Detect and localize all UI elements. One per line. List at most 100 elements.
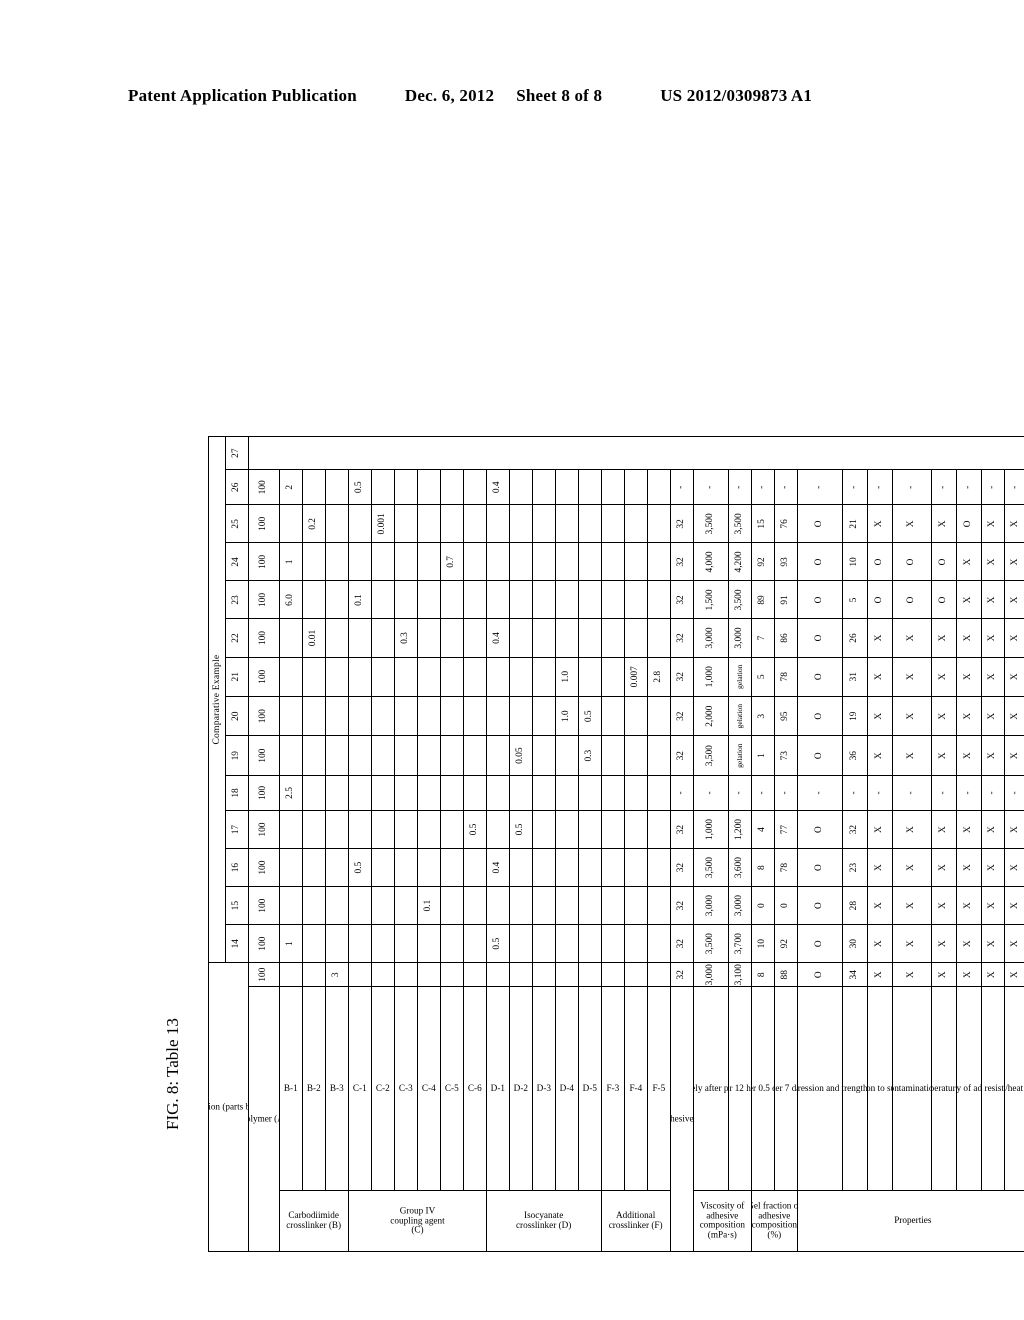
stub-sub-label: C-5 (440, 986, 464, 1191)
data-cell: 3,700 (728, 924, 752, 963)
stub-sub-label: After 7 days (774, 986, 798, 1191)
stub-sub-label-text: Heat resistance (982, 1082, 1005, 1093)
data-cell (325, 469, 349, 505)
table-row: B-2 0.01 0.2 (302, 437, 326, 1252)
stub-sub-label: D-3 (532, 986, 556, 1191)
stub-sub-label-text: D-5 (582, 1082, 598, 1093)
data-cell: 3,500 (728, 580, 752, 619)
stub-sub-label-text: Low-temperature stability (932, 1082, 957, 1093)
stub-group-label-text: Additional crosslinker (F) (609, 1210, 663, 1230)
data-cell (394, 924, 418, 963)
data-cell: X (1004, 810, 1024, 849)
data-cell (578, 848, 602, 887)
data-cell: - (867, 775, 893, 811)
data-cell (647, 810, 671, 849)
data-cell: 8 (751, 962, 775, 987)
data-cell: 78 (774, 657, 798, 697)
data-cell: 1,000 (693, 657, 729, 697)
data-cell (463, 775, 487, 811)
data-cell (647, 775, 671, 811)
data-cell (279, 810, 303, 849)
data-cell: O (867, 542, 893, 581)
table-row: After 12 hours3,1003,7003,0003,6001,200-… (728, 437, 752, 1252)
stub-sub-label-text: After 7 days (775, 1082, 798, 1093)
data-cell: 1,500 (693, 580, 729, 619)
data-cell: - (728, 469, 752, 505)
stub-sub-label-text: C-5 (445, 1082, 459, 1093)
stub-sub-label-text: F-4 (629, 1082, 643, 1093)
data-cell: 0 (751, 886, 775, 925)
stub-sub-label-text: C-6 (468, 1082, 482, 1093)
data-cell (486, 735, 510, 776)
data-cell: X (931, 962, 957, 987)
data-cell: O (797, 848, 843, 887)
data-cell: 4,200 (728, 542, 752, 581)
data-cell: X (956, 962, 982, 987)
publication-header: Patent Application Publication Dec. 6, 2… (128, 86, 896, 106)
data-cell (463, 469, 487, 505)
table-row: C-2 0.001 (371, 437, 395, 1252)
example-number-cell: 17 (225, 810, 249, 849)
data-cell (647, 886, 671, 925)
stub-sub-label-text: B-1 (284, 1082, 298, 1093)
data-cell: X (931, 696, 957, 736)
data-cell (325, 735, 349, 776)
data-cell: 3 (325, 962, 349, 987)
table-row: D-5 0.3 0.5 (578, 437, 602, 1252)
data-cell (624, 619, 648, 658)
table-row: Adherend contamination resistanceXXXXX-X… (892, 437, 932, 1252)
data-cell: 0.5 (348, 848, 372, 887)
data-cell (647, 924, 671, 963)
data-cell (486, 775, 510, 811)
data-cell: 15 (751, 504, 775, 543)
data-cell (555, 619, 579, 658)
data-cell (555, 848, 579, 887)
data-cell: O (797, 924, 843, 963)
data-cell: - (797, 775, 843, 811)
data-cell (509, 848, 533, 887)
data-cell (647, 696, 671, 736)
data-cell: 0.2 (302, 504, 326, 543)
stub-group-label-text: Isocyanate crosslinker (D) (516, 1210, 572, 1230)
data-cell: - (931, 775, 957, 811)
data-cell (555, 735, 579, 776)
data-cell: 1,200 (728, 810, 752, 849)
data-cell (532, 886, 556, 925)
data-cell: - (797, 469, 843, 505)
data-cell: X (956, 580, 982, 619)
data-cell: 3 (751, 696, 775, 736)
table-row: Gel fraction of adhesive composition (%)… (751, 437, 798, 1252)
data-cell (325, 696, 349, 736)
data-cell: 30 (842, 924, 868, 963)
publication-title: Patent Application Publication (128, 86, 357, 105)
data-cell (647, 469, 671, 505)
data-cell (555, 886, 579, 925)
data-cell (348, 962, 372, 987)
data-cell: 0.05 (509, 735, 533, 776)
table-row: Low-temperature stabilityXXXXX-XXXXOOX- (931, 437, 957, 1252)
data-cell: 76 (774, 504, 798, 543)
data-cell (440, 504, 464, 543)
data-cell: 0.1 (417, 886, 441, 925)
stub-sub-label-text: After 12 hours (729, 1082, 752, 1093)
data-cell (371, 469, 395, 505)
data-cell (302, 886, 326, 925)
data-cell (371, 657, 395, 697)
data-cell: 100 (248, 735, 280, 776)
stub-sub-label-text: C-3 (399, 1082, 413, 1093)
example-number-cell: 14 (225, 924, 249, 963)
data-cell: X (981, 580, 1005, 619)
data-cell: 1 (279, 924, 303, 963)
data-cell: X (931, 619, 957, 658)
data-cell (486, 542, 510, 581)
stub-sub-label-text: Humidity/heat resistance (1005, 1082, 1024, 1093)
stub-sub-label-text: Adherend contamination resistance (893, 1082, 932, 1093)
publication-date: Dec. 6, 2012 (404, 86, 495, 105)
data-cell: X (892, 924, 932, 963)
data-cell: 0.1 (348, 580, 372, 619)
data-cell (624, 962, 648, 987)
data-cell (624, 810, 648, 849)
stub-group-label: Gel fraction of adhesive composition (%) (751, 1190, 798, 1252)
data-cell (371, 696, 395, 736)
data-cell: 32 (670, 696, 694, 736)
